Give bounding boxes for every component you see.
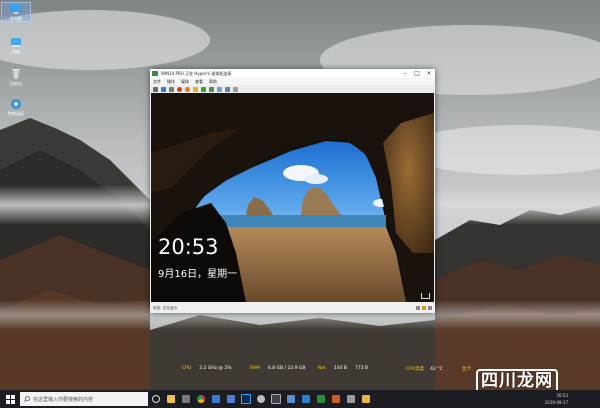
control-panel-icon — [11, 99, 21, 109]
perf-net: Net 140 B 773 B — [318, 366, 368, 371]
perf-temp: CPU温度 42 °C — [406, 366, 443, 372]
maximize-icon[interactable]: □ — [411, 69, 423, 78]
store-icon — [226, 395, 235, 403]
perf-cpu-label: CPU — [182, 366, 192, 371]
vm-titlebar[interactable]: WIN10 PRO 正在 Hyper-V 虚拟机连接 – □ × — [150, 69, 435, 78]
vm-connection-window[interactable]: WIN10 PRO 正在 Hyper-V 虚拟机连接 – □ × 文件 操作 媒… — [150, 69, 435, 313]
perf-temp-label: CPU温度 — [406, 367, 425, 372]
share-icon[interactable] — [233, 86, 238, 92]
vm-window-title: WIN10 PRO 正在 Hyper-V 虚拟机连接 — [161, 71, 232, 76]
keyboard-icon — [416, 306, 420, 310]
folder-icon — [361, 395, 370, 403]
tray-time[interactable]: 20:53 — [556, 393, 568, 398]
hyper-v-icon — [286, 395, 295, 403]
perf-net-label: Net — [318, 366, 326, 371]
desktop-icon-label: 网络 — [12, 49, 20, 54]
desktop-icon-this-pc[interactable]: 此电脑 — [1, 2, 31, 22]
taskbar-app-chrome[interactable] — [193, 390, 208, 408]
taskbar-app-terminal[interactable] — [268, 390, 283, 408]
remote-desktop-icon — [301, 395, 310, 403]
vm-menubar: 文件 操作 媒体 查看 帮助 — [150, 78, 435, 85]
perf-temp-value: 42 °C — [430, 367, 443, 372]
system-tray[interactable]: 20:53 2019-09-17 — [538, 390, 598, 408]
task-view-button[interactable] — [148, 390, 163, 408]
lock-screen-date: 9月16日，星期一 — [158, 269, 238, 280]
gear-icon — [256, 395, 265, 403]
ctrl-alt-del-icon[interactable] — [153, 86, 158, 92]
task-view-icon — [151, 395, 160, 403]
perf-net-down: 140 B — [333, 366, 348, 371]
computer-icon — [10, 4, 22, 14]
stop-icon[interactable] — [177, 86, 182, 92]
menu-action[interactable]: 操作 — [167, 78, 175, 85]
perf-ram-label: RAM — [250, 366, 260, 371]
taskbar-app-settings[interactable] — [253, 390, 268, 408]
search-placeholder: 在这里输入你要搜索的内容 — [33, 396, 94, 403]
tray-date[interactable]: 2019-09-17 — [545, 400, 568, 405]
reset-icon[interactable] — [201, 86, 206, 92]
start-button[interactable] — [0, 390, 20, 408]
photoshop-icon — [240, 394, 251, 404]
desktop-icon-label: 回收站 — [10, 81, 22, 86]
search-icon — [24, 396, 30, 402]
taskbar-app-remote[interactable] — [298, 390, 313, 408]
perf-net-up: 773 B — [355, 366, 369, 371]
revert-icon[interactable] — [217, 86, 222, 92]
photos-icon — [346, 395, 355, 403]
desktop-icon-control-panel[interactable]: 控制面板 — [2, 98, 30, 116]
mail-icon — [211, 395, 220, 403]
taskbar-app-photoshop[interactable] — [238, 390, 253, 408]
network-status-icon[interactable] — [421, 293, 430, 299]
taskbar-app-vm[interactable] — [313, 390, 328, 408]
taskbar-app-media[interactable] — [328, 390, 343, 408]
taskbar-app-calculator[interactable] — [178, 390, 193, 408]
media-player-icon — [331, 395, 340, 403]
recycle-bin-icon — [12, 69, 20, 79]
lock-screen-time: 20:53 — [158, 235, 219, 259]
turn-off-icon[interactable] — [169, 86, 174, 92]
network-icon — [11, 38, 21, 47]
taskbar-search-box[interactable]: 在这里输入你要搜索的内容 — [20, 392, 148, 406]
enhanced-session-icon[interactable] — [225, 86, 230, 92]
close-icon[interactable]: × — [423, 69, 435, 78]
taskbar-app-store[interactable] — [223, 390, 238, 408]
calculator-icon — [181, 395, 190, 403]
menu-help[interactable]: 帮助 — [209, 78, 217, 85]
chrome-icon — [196, 395, 205, 403]
desktop-icon-network[interactable]: 网络 — [2, 36, 30, 54]
vm-lock-screen[interactable]: 20:53 9月16日，星期一 — [151, 93, 434, 302]
desktop-icon-label: 此电脑 — [10, 16, 22, 21]
taskbar-app-folder[interactable] — [358, 390, 373, 408]
menu-file[interactable]: 文件 — [153, 78, 161, 85]
taskbar: 在这里输入你要搜索的内容 20:53 2019-09-17 — [0, 390, 600, 408]
perf-ram-value: 6.8 GB / 23.9 GB — [267, 366, 306, 371]
hyper-v-icon — [152, 71, 158, 76]
perf-cpu-value: 3.2 GHz @ 2% — [199, 366, 232, 371]
taskbar-app-explorer[interactable] — [163, 390, 178, 408]
taskbar-app-photos[interactable] — [343, 390, 358, 408]
menu-view[interactable]: 查看 — [195, 78, 203, 85]
audio-icon — [428, 306, 432, 310]
perf-gpu-label: 显卡 — [462, 367, 471, 372]
lock-icon — [422, 306, 426, 310]
desktop-icon-recycle-bin[interactable]: 回收站 — [2, 68, 30, 86]
vm-connect-icon — [316, 395, 325, 403]
taskbar-app-hyperv[interactable] — [283, 390, 298, 408]
perf-ram: RAM 6.8 GB / 23.9 GB — [250, 366, 305, 371]
desktop-icon-label: 控制面板 — [8, 111, 24, 116]
vm-status-text: 状态: 正在运行 — [153, 306, 177, 310]
windows-logo-icon — [5, 394, 15, 404]
menu-media[interactable]: 媒体 — [181, 78, 189, 85]
minimize-icon[interactable]: – — [399, 69, 411, 78]
taskbar-app-mail[interactable] — [208, 390, 223, 408]
file-explorer-icon — [166, 395, 175, 403]
start-vm-icon[interactable] — [161, 86, 166, 92]
save-state-icon[interactable] — [185, 86, 190, 92]
pause-icon[interactable] — [193, 86, 198, 92]
vm-statusbar: 状态: 正在运行 — [150, 303, 435, 313]
terminal-icon — [270, 394, 281, 404]
perf-cpu: CPU 3.2 GHz @ 2% — [182, 366, 231, 371]
checkpoint-icon[interactable] — [209, 86, 214, 92]
